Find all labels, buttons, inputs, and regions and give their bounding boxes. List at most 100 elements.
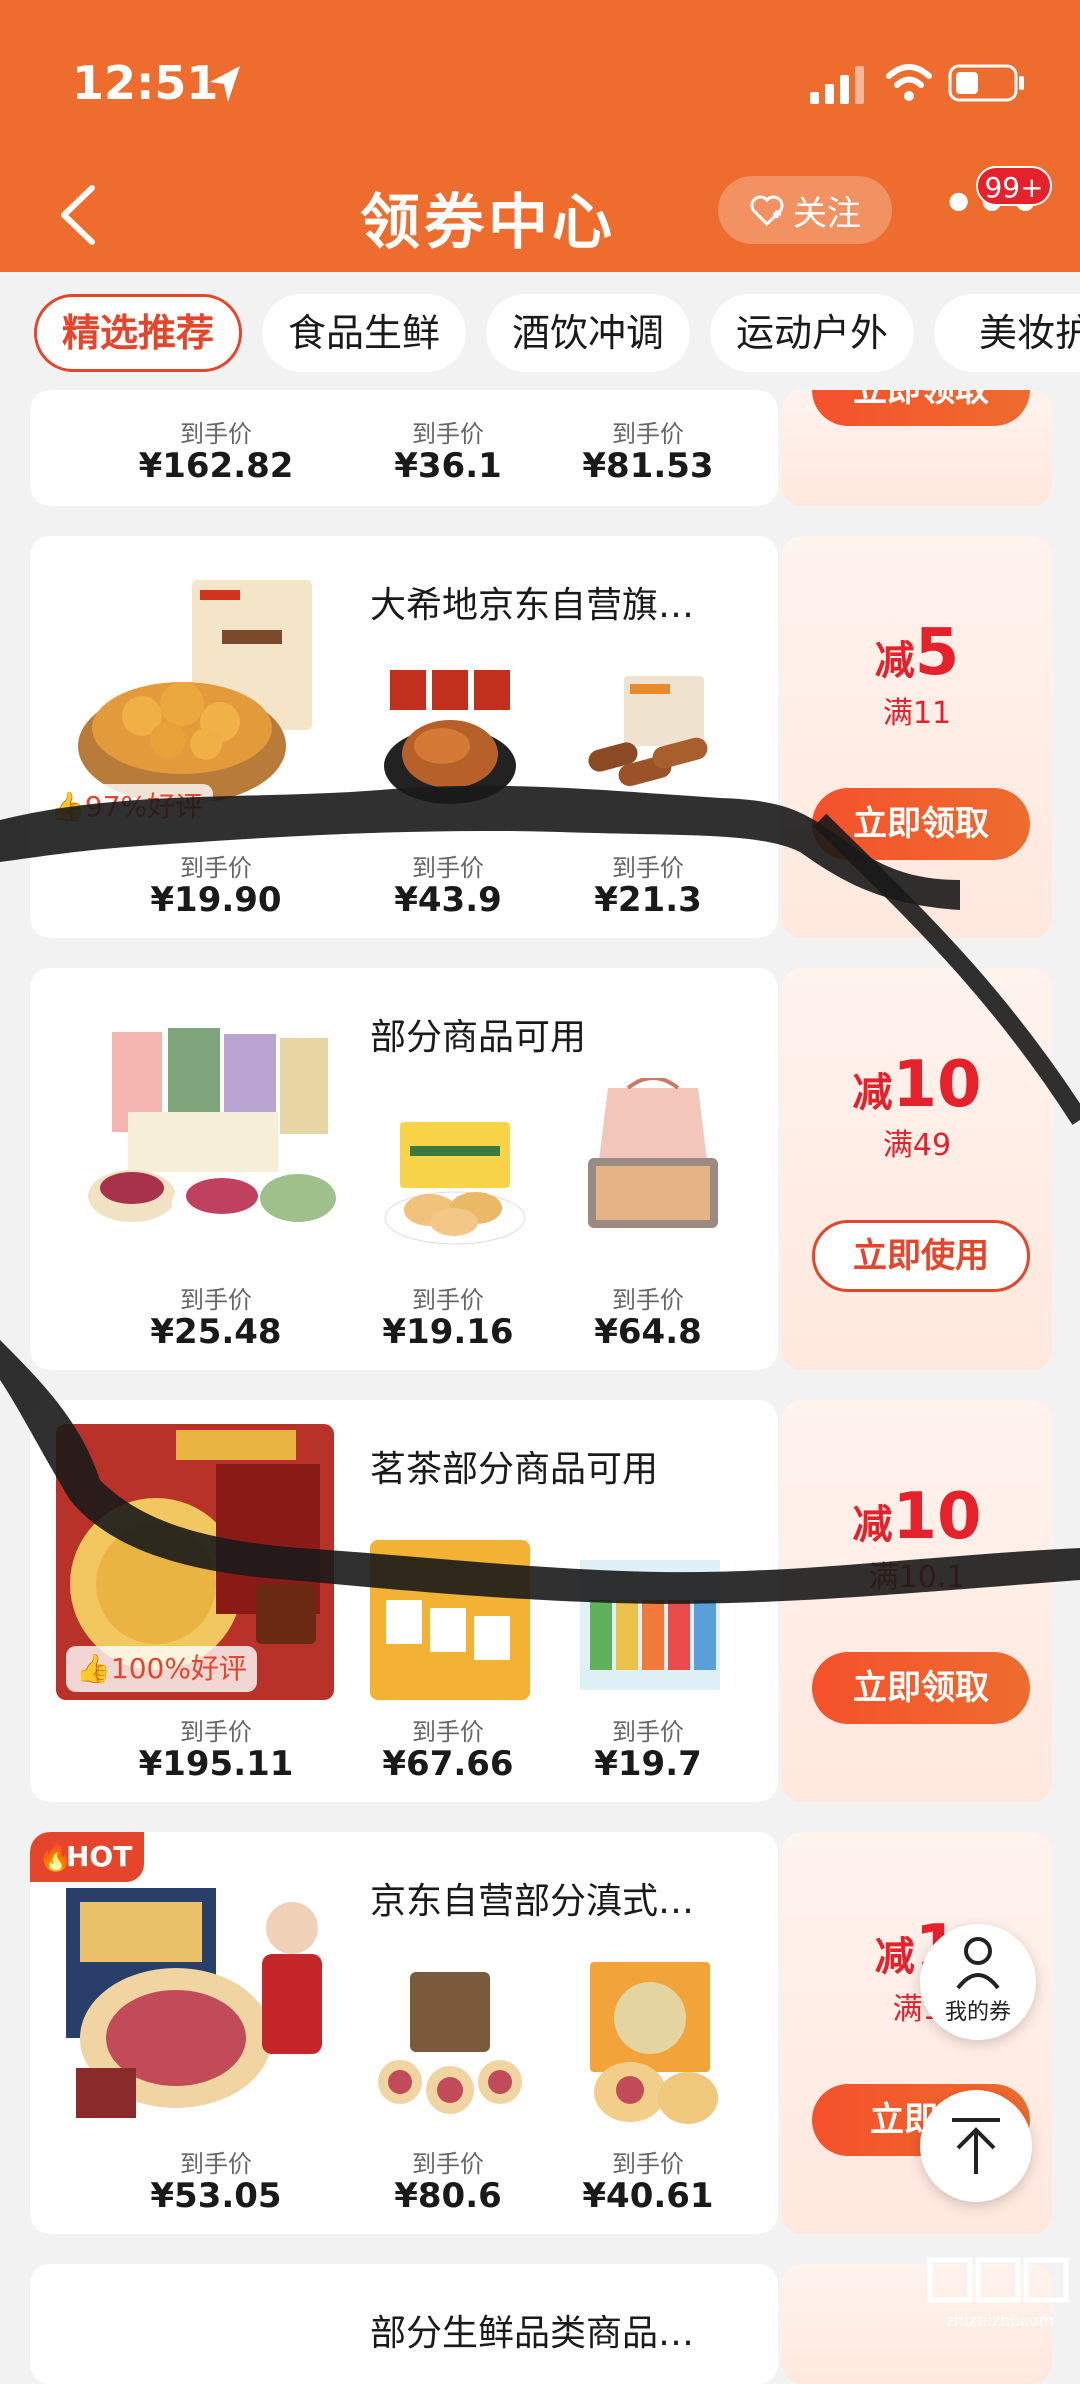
shop-card[interactable]: 大希地京东自营旗… 👍97%好评 到手价 ¥19.90 到手价 ¥43.9 到手… [30, 536, 778, 938]
coupon-panel: 减5 满11 立即领取 [782, 536, 1052, 938]
header: 12:51 领券中心 关注 ••• 99+ [0, 0, 1080, 272]
back-to-top-button[interactable] [920, 2090, 1032, 2202]
product-price: ¥80.6 [394, 2176, 502, 2216]
rating-text: 97%好评 [84, 790, 204, 823]
price-label: 到手价 [180, 420, 252, 448]
coupon-panel: 减10 满10.1 立即领取 [782, 1400, 1052, 1802]
status-bar: 12:51 [0, 0, 1080, 170]
page-title: 领券中心 [360, 188, 616, 258]
price-label: 到手价 [412, 2150, 484, 2178]
price-label: 到手价 [412, 420, 484, 448]
shop-name: 茗茶部分商品可用 [370, 1449, 659, 1490]
svg-text:zhizhizhi.com: zhizhizhi.com [946, 2311, 1054, 2330]
product-image [384, 1122, 526, 1245]
product-image [66, 1888, 322, 2118]
shop-name: 大希地京东自营旗… [370, 585, 695, 626]
product-image [588, 676, 708, 787]
category-tabs: 精选推荐 食品生鲜 酒饮冲调 运动户外 美妆护 [0, 272, 1080, 384]
arrow-up-icon [952, 2118, 1000, 2174]
price-label: 到手价 [612, 854, 684, 882]
back-icon[interactable] [50, 180, 110, 250]
follow-button[interactable]: 关注 [718, 176, 892, 244]
tab-featured[interactable]: 精选推荐 [34, 294, 242, 372]
product-price: ¥19.90 [150, 880, 282, 920]
discount-value: 10 [892, 1048, 982, 1122]
hot-text: HOT [66, 1840, 133, 1873]
price-label: 到手价 [180, 1718, 252, 1746]
claim-button[interactable]: 立即领取 [812, 788, 1030, 860]
product-image [370, 1540, 530, 1700]
product-price: ¥43.9 [394, 880, 502, 920]
my-coupons-label: 我的券 [944, 2000, 1011, 2025]
product-price: ¥25.48 [150, 1312, 282, 1352]
discount-prefix: 减 [874, 1934, 915, 1980]
watermark-logo: zhizhizhi.com [927, 2257, 1069, 2330]
nav-bar: 领券中心 关注 ••• 99+ [0, 160, 1080, 272]
thumb-up-icon: 👍 [50, 790, 85, 823]
product-price: ¥53.05 [150, 2176, 282, 2216]
tab-beauty[interactable]: 美妆护 [934, 294, 1080, 372]
price-label: 到手价 [180, 1286, 252, 1314]
fire-icon: 🔥 [38, 1840, 73, 1873]
price-label: 到手价 [412, 1718, 484, 1746]
coupon-condition: 满11 [882, 696, 952, 731]
product-price: ¥81.53 [582, 446, 714, 486]
message-badge: 99+ [976, 166, 1052, 206]
product-image [378, 1972, 522, 2114]
hot-tag: 🔥 HOT [30, 1832, 144, 1882]
shop-name: 部分生鲜品类商品… [370, 2313, 695, 2354]
price-label: 到手价 [612, 1718, 684, 1746]
shop-card[interactable]: 茗茶部分商品可用 👍100%好评 到手价 ¥195.11 到手价 ¥67.66 … [30, 1400, 778, 1802]
product-image [88, 1028, 336, 1234]
price-label: 到手价 [612, 1286, 684, 1314]
discount-prefix: 减 [852, 1070, 893, 1116]
my-coupons-button[interactable]: 我的券 [920, 1924, 1036, 2040]
product-image [580, 1560, 720, 1690]
claim-button[interactable]: 立即领取 [812, 1652, 1030, 1724]
coupon-condition: 满10.1 [868, 1560, 966, 1595]
status-time: 12:51 [72, 56, 219, 110]
coupon-panel: 立即领取 [782, 390, 1052, 506]
shop-card[interactable]: 部分商品可用 到手价 ¥25.48 到手价 ¥19.16 到手价 ¥64.8 [30, 968, 778, 1370]
follow-label: 关注 [793, 193, 861, 234]
product-price: ¥64.8 [594, 1312, 702, 1352]
rating-text: 100%好评 [110, 1652, 247, 1685]
price-label: 到手价 [612, 2150, 684, 2178]
product-image [78, 580, 312, 804]
battery-icon [948, 64, 1024, 102]
product-price: ¥36.1 [394, 446, 502, 486]
coupon-condition: 满49 [882, 1128, 952, 1163]
product-price: ¥162.82 [138, 446, 294, 486]
coupon-panel: 减10 满49 立即使用 [782, 968, 1052, 1370]
discount-value: 5 [914, 616, 960, 690]
price-label: 到手价 [180, 854, 252, 882]
signal-icon [810, 66, 864, 104]
product-price: ¥40.61 [582, 2176, 714, 2216]
thumb-up-icon: 👍 [76, 1652, 111, 1685]
product-image [590, 1962, 718, 2124]
location-arrow-icon [210, 66, 240, 102]
price-label: 到手价 [612, 420, 684, 448]
tab-drinks[interactable]: 酒饮冲调 [486, 294, 690, 372]
tab-sports[interactable]: 运动户外 [710, 294, 914, 372]
product-price: ¥195.11 [138, 1744, 294, 1784]
price-label: 到手价 [412, 854, 484, 882]
product-image [384, 670, 516, 804]
discount-prefix: 减 [852, 1502, 893, 1548]
product-price: ¥19.16 [382, 1312, 514, 1352]
discount-amount: 减10 [782, 1048, 1052, 1122]
product-price: ¥19.7 [594, 1744, 702, 1784]
rating-tag: 👍100%好评 [66, 1646, 257, 1692]
tab-food[interactable]: 食品生鲜 [262, 294, 466, 372]
product-price: ¥21.3 [594, 880, 702, 920]
price-label: 到手价 [412, 1286, 484, 1314]
use-button[interactable]: 立即使用 [812, 1220, 1030, 1292]
claim-button[interactable]: 立即领取 [812, 390, 1030, 426]
product-price: ¥67.66 [382, 1744, 514, 1784]
price-label: 到手价 [180, 2150, 252, 2178]
shop-card[interactable]: 🔥 HOT 京东自营部分滇式… 到手价 ¥53.05 到手价 ¥80.6 到手价… [30, 1832, 778, 2234]
shop-card[interactable]: 部分生鲜品类商品… [30, 2264, 778, 2384]
discount-amount: 减5 [782, 616, 1052, 690]
shop-name: 京东自营部分滇式… [370, 1881, 695, 1922]
shop-card[interactable]: 到手价 ¥162.82 到手价 ¥36.1 到手价 ¥81.53 [30, 390, 778, 506]
